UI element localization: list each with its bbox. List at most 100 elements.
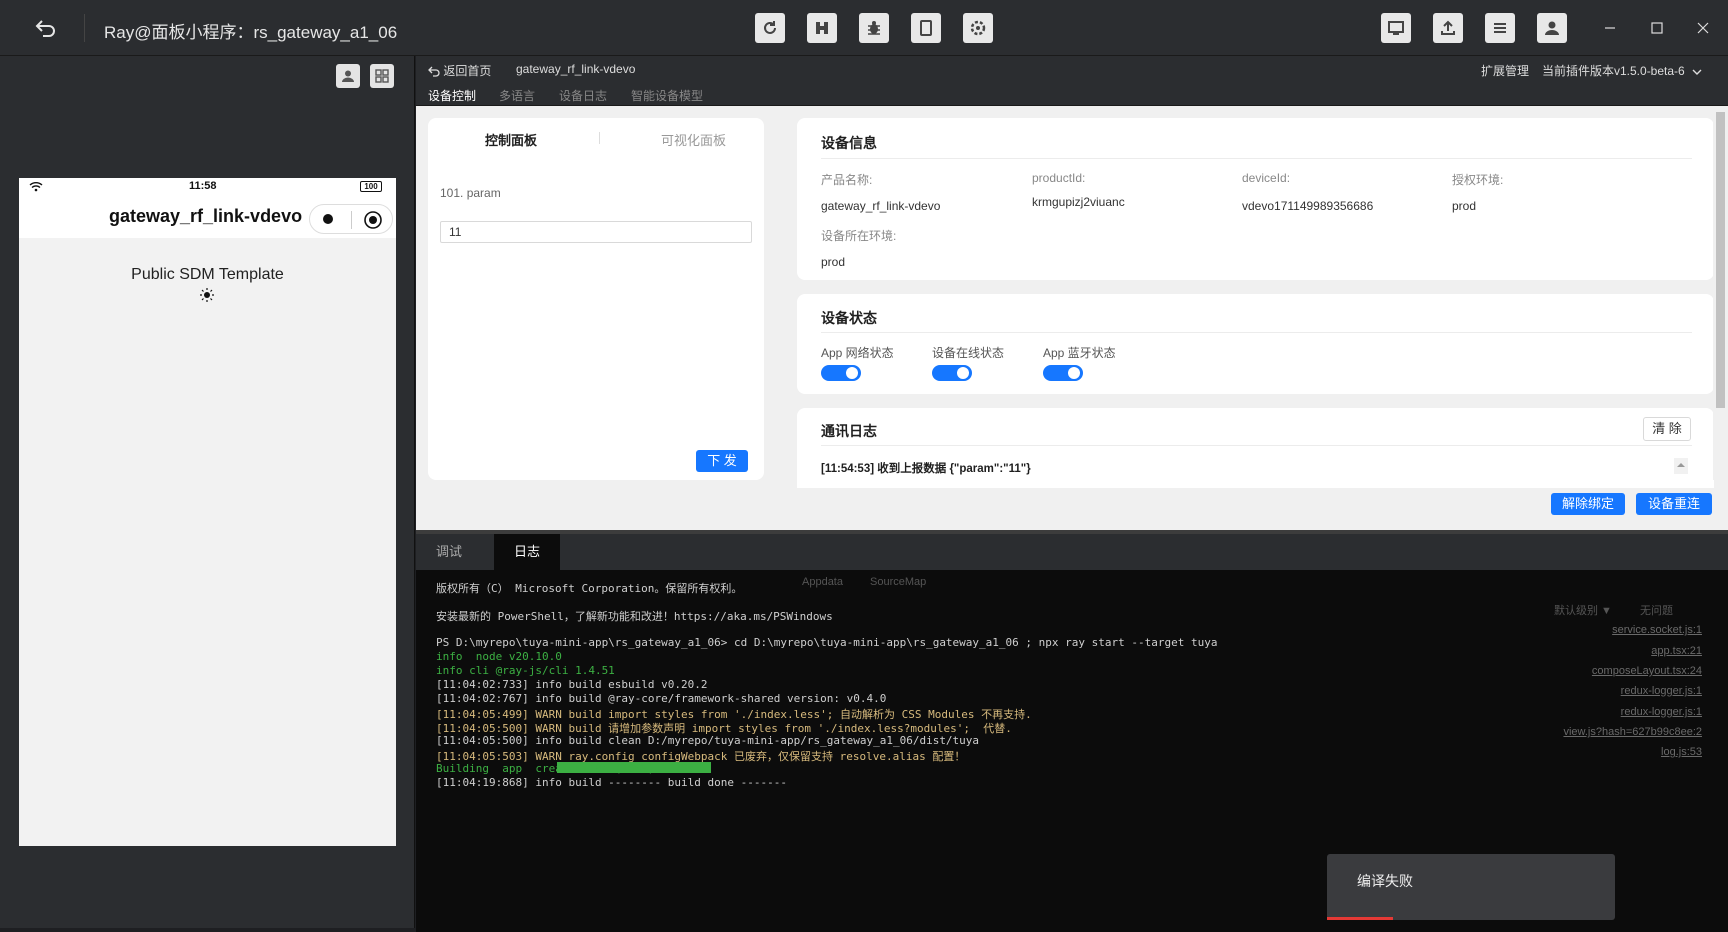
ghost-tab-appdata: Appdata [802, 576, 843, 588]
product-name-value: gateway_rf_link-vdevo [821, 199, 941, 213]
nav-title: gateway_rf_link-vdevo [109, 206, 303, 226]
dashboard-icon[interactable] [1381, 13, 1411, 43]
status-time: 11:58 [189, 180, 217, 192]
auth-env-value: prod [1452, 199, 1477, 213]
log-scroll-up-icon[interactable] [1674, 458, 1688, 474]
tab-visual-panel[interactable]: 可视化面板 [661, 130, 726, 149]
more-dot-icon[interactable] [323, 214, 333, 224]
device-name: gateway_rf_link-vdevo [516, 62, 636, 76]
sim-user-icon[interactable] [336, 64, 360, 88]
template-text: Public SDM Template [131, 266, 284, 283]
app-bluetooth-label: App 蓝牙状态 [1043, 346, 1116, 360]
send-button[interactable]: 下 发 [696, 450, 748, 472]
terminal-line: [11:04:02:733] info build esbuild v0.20.… [436, 678, 708, 691]
product-name-label: 产品名称: [821, 173, 873, 187]
maximize-icon[interactable] [1645, 16, 1669, 40]
close-icon[interactable] [1691, 16, 1715, 40]
app-bluetooth-toggle[interactable] [1043, 365, 1083, 381]
compile-icon[interactable] [807, 13, 837, 43]
toast-text: 编译失败 [1357, 873, 1413, 889]
return-icon [428, 66, 440, 78]
sim-grid-icon[interactable] [370, 64, 394, 88]
param-input[interactable] [440, 221, 752, 243]
comm-log-divider [821, 445, 1692, 446]
ghost-no-issues: 无问题 [1640, 605, 1673, 617]
device-status-divider [821, 332, 1692, 333]
minimize-icon[interactable] [1598, 16, 1622, 40]
device-info-divider [821, 158, 1692, 159]
scrollbar-thumb[interactable] [1716, 112, 1725, 408]
device-env-label: 设备所在环境: [821, 229, 897, 243]
window-title: Ray@面板小程序：rs_gateway_a1_06 [104, 23, 398, 42]
tab-device-log[interactable]: 设备日志 [559, 87, 607, 104]
menu-icon[interactable] [1485, 13, 1515, 43]
terminal-line: [11:04:19:868] info build -------- build… [436, 776, 787, 789]
capsule-close-icon[interactable] [363, 210, 383, 230]
wifi-icon [29, 181, 43, 192]
back-icon[interactable] [34, 16, 58, 40]
tab-debug[interactable]: 调试 [416, 534, 482, 570]
debug-icon[interactable] [859, 13, 889, 43]
terminal-line: info node v20.10.0 [436, 650, 562, 663]
tab-device-control[interactable]: 设备控制 [428, 87, 476, 104]
title-bar: Ray@面板小程序：rs_gateway_a1_06 [0, 0, 1728, 56]
ghost-level-select: 默认级别 ▼ [1554, 605, 1612, 617]
title-divider [84, 14, 85, 42]
tab-log[interactable]: 日志 [494, 534, 561, 570]
ghost-link: view.js?hash=627b99c8ee:2 [1563, 726, 1702, 738]
terminal-line: info cli @ray-js/cli 1.4.51 [436, 664, 615, 677]
capsule-menu[interactable] [309, 204, 393, 234]
phone-nav-bar: gateway_rf_link-vdevo [19, 196, 396, 238]
clear-button[interactable]: 清 除 [1643, 417, 1691, 441]
reconnect-button[interactable]: 设备重连 [1636, 493, 1712, 515]
device-id-label: deviceId: [1242, 171, 1291, 185]
tab-control-panel[interactable]: 控制面板 [485, 130, 537, 149]
auth-env-label: 授权环境: [1452, 173, 1504, 187]
preview-icon[interactable] [911, 13, 941, 43]
terminal-line: 版权所有（C） Microsoft Corporation。保留所有权利。 [436, 582, 743, 595]
user-icon[interactable] [1537, 13, 1567, 43]
ghost-link: app.tsx:21 [1651, 645, 1702, 657]
terminal-line: 安装最新的 PowerShell，了解新功能和改进！https://aka.ms… [436, 610, 833, 623]
tab-i18n[interactable]: 多语言 [499, 87, 535, 104]
plugin-header: 返回首页 gateway_rf_link-vdevo 扩展管理 当前插件版本v1… [416, 56, 1728, 84]
app-network-toggle[interactable] [821, 365, 861, 381]
panel-tab-divider [599, 132, 600, 144]
ext-manage-link[interactable]: 扩展管理 [1481, 62, 1529, 79]
plugin-version-label: 当前插件版本v1.5.0-beta-6 [1542, 64, 1685, 78]
plugin-version-select[interactable]: 当前插件版本v1.5.0-beta-6 [1542, 62, 1702, 79]
back-home-link[interactable]: 返回首页 [428, 62, 491, 79]
comm-log-title: 通讯日志 [821, 423, 877, 439]
control-panel-card: 控制面板 可视化面板 101. param 下 发 [428, 118, 764, 480]
tab-device-model[interactable]: 智能设备模型 [631, 87, 703, 104]
refresh-icon[interactable] [755, 13, 785, 43]
chevron-down-icon [1692, 68, 1702, 76]
product-id-label: productId: [1032, 171, 1086, 185]
product-id-value: krmgupizj2viuanc [1032, 195, 1125, 209]
compile-failed-toast: 编译失败 [1327, 854, 1615, 920]
sun-icon [200, 288, 214, 302]
device-info-card: 设备信息 产品名称: gateway_rf_link-vdevo product… [797, 118, 1714, 280]
app-network-label: App 网络状态 [821, 346, 894, 360]
back-home-label: 返回首页 [443, 64, 492, 78]
phone-screen[interactable]: 11:58 100 gateway_rf_link-vdevo Public S… [19, 178, 396, 846]
terminal-line: [11:04:05:500] info build clean D:/myrep… [436, 734, 980, 747]
comm-log-entry: [11:54:53] 收到上报数据 {"param":"11"} [821, 463, 1031, 475]
plugin-tabs: 设备控制 多语言 设备日志 智能设备模型 [416, 84, 1728, 106]
unbind-button[interactable]: 解除绑定 [1551, 493, 1625, 515]
ghost-link: redux-logger.js:1 [1620, 685, 1702, 697]
simulator-panel: 11:58 100 gateway_rf_link-vdevo Public S… [0, 56, 415, 928]
capsule-divider [351, 211, 352, 229]
comm-log-card: 通讯日志 清 除 [11:54:53] 收到上报数据 {"param":"11"… [797, 408, 1714, 488]
ghost-link: log.js:53 [1661, 746, 1702, 758]
toast-progress [1327, 917, 1393, 920]
terminal-line: [11:04:02:767] info build @ray-core/fram… [436, 692, 887, 705]
ghost-link: redux-logger.js:1 [1620, 706, 1702, 718]
ghost-tab-sourcemap: SourceMap [870, 576, 927, 588]
plugin-area: 返回首页 gateway_rf_link-vdevo 扩展管理 当前插件版本v1… [416, 56, 1728, 530]
device-online-toggle[interactable] [932, 365, 972, 381]
main-scrollbar[interactable] [1713, 106, 1728, 480]
terminal-line-progress: Building app create-i18n (100%) 14.0s [436, 762, 695, 775]
settings-icon[interactable] [963, 13, 993, 43]
upload-icon[interactable] [1433, 13, 1463, 43]
